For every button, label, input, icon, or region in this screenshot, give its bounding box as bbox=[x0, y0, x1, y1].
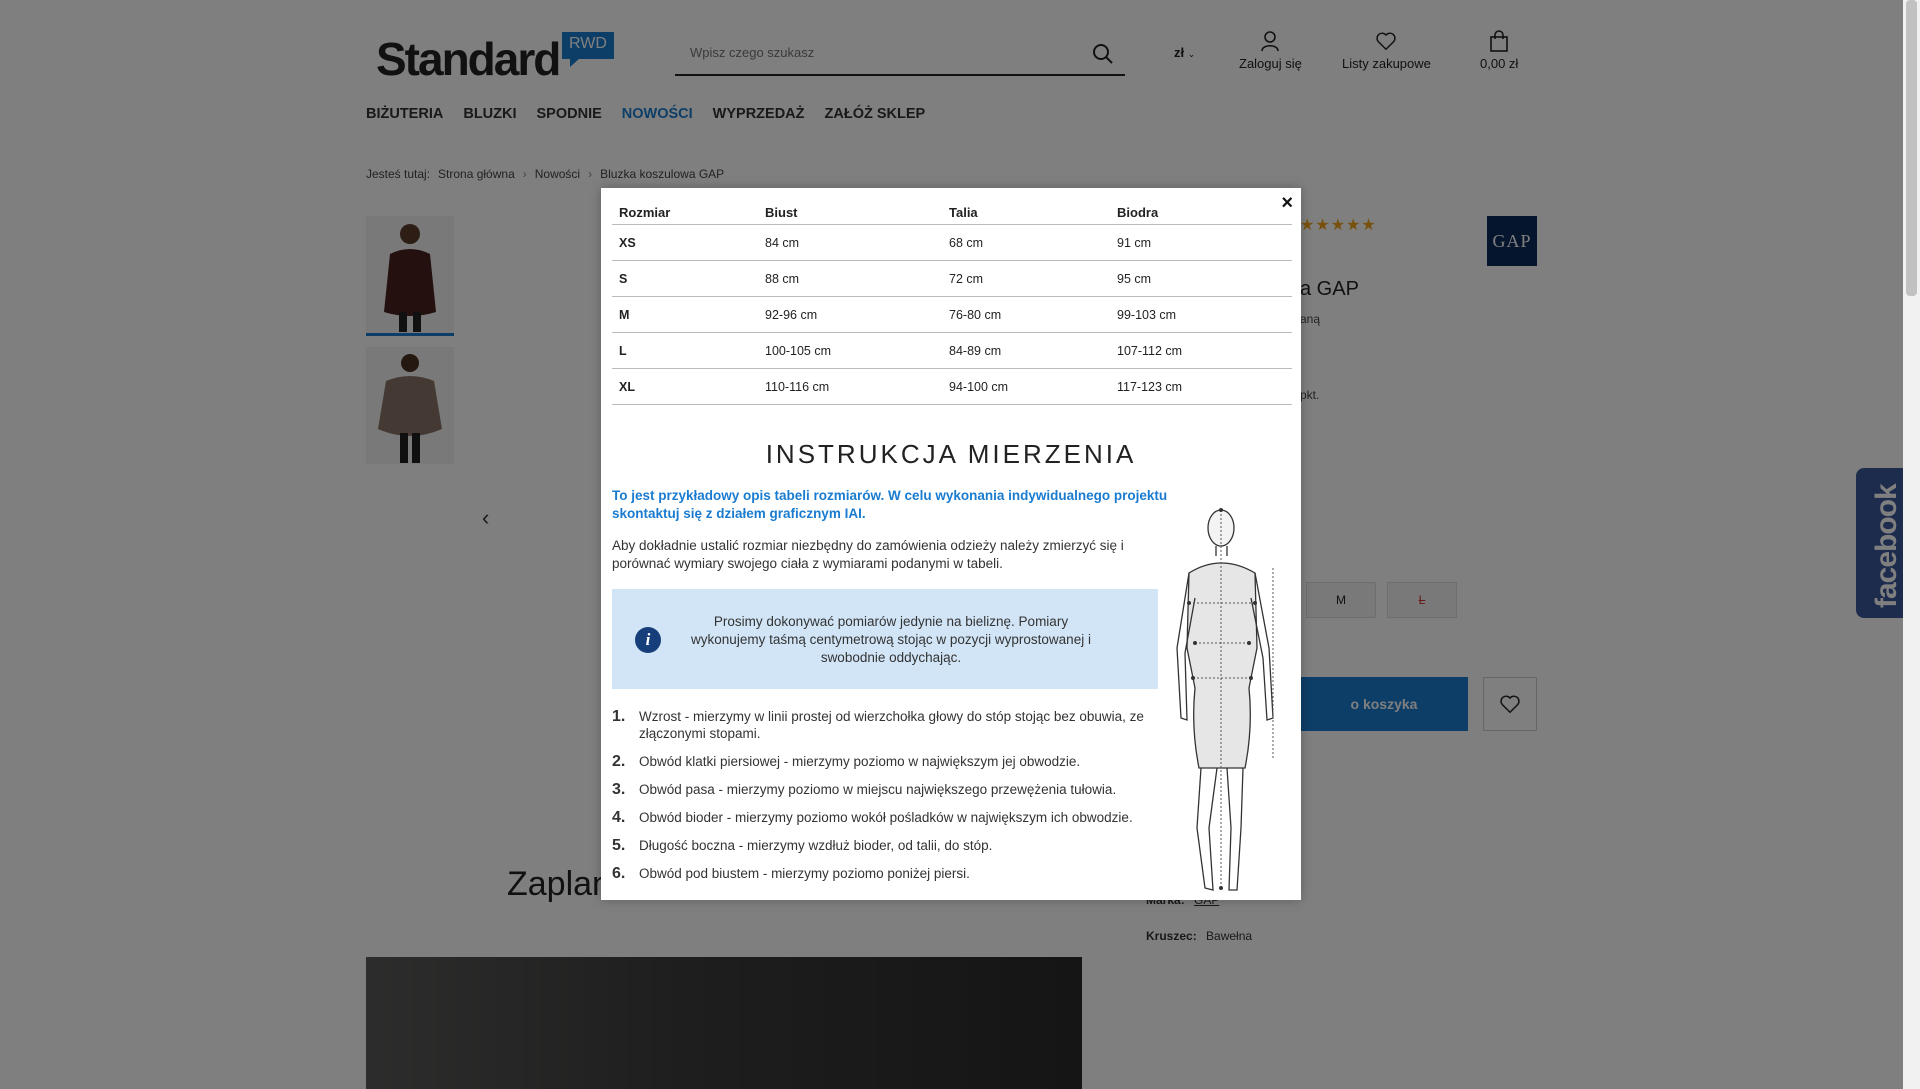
step-text: Obwód pasa - mierzymy poziomo w miejscu … bbox=[639, 782, 1117, 797]
step-number: 3. bbox=[612, 781, 626, 798]
table-row: S 88 cm 72 cm 95 cm bbox=[612, 260, 1292, 297]
step-number: 2. bbox=[612, 753, 626, 770]
size-cell: XS bbox=[612, 224, 758, 261]
size-cell: XL bbox=[612, 368, 758, 405]
hips-cell: 107-112 cm bbox=[1110, 332, 1292, 369]
list-item: 5. Długość boczna - mierzymy wzdłuż biode… bbox=[612, 837, 1168, 854]
body-measurement-figure bbox=[1176, 508, 1274, 891]
waist-cell: 76-80 cm bbox=[942, 296, 1110, 333]
size-chart-modal: × Rozmiar Biust Talia Biodra XS 84 cm 68… bbox=[601, 188, 1301, 900]
table-row: XL 110-116 cm 94-100 cm 117-123 cm bbox=[612, 368, 1292, 405]
waist-cell: 94-100 cm bbox=[942, 368, 1110, 405]
list-item: 4. Obwód bioder - mierzymy poziomo wokół … bbox=[612, 809, 1168, 826]
list-item: 6. Obwód pod biustem - mierzymy poziomo p… bbox=[612, 865, 1168, 882]
size-cell: L bbox=[612, 332, 758, 369]
template-note: To jest przykładowy opis tabeli rozmiaró… bbox=[612, 488, 1168, 521]
info-icon: i bbox=[635, 627, 661, 653]
step-number: 4. bbox=[612, 809, 626, 826]
column-header: Rozmiar bbox=[612, 200, 758, 225]
column-header: Talia bbox=[942, 200, 1110, 225]
table-row: M 92-96 cm 76-80 cm 99-103 cm bbox=[612, 296, 1292, 333]
step-number: 6. bbox=[612, 865, 626, 882]
measurement-steps: 1. Wzrost - mierzymy w linii prostej od w… bbox=[612, 708, 1168, 893]
size-table-header: Rozmiar Biust Talia Biodra bbox=[612, 200, 1292, 225]
bust-cell: 100-105 cm bbox=[758, 332, 942, 369]
size-cell: S bbox=[612, 260, 758, 297]
hips-cell: 91 cm bbox=[1110, 224, 1292, 261]
step-text: Obwód pod biustem - mierzymy poziomo pon… bbox=[639, 866, 970, 881]
step-text: Wzrost - mierzymy w linii prostej od wie… bbox=[639, 709, 1144, 741]
list-item: 2. Obwód klatki piersiowej - mierzymy poz… bbox=[612, 753, 1168, 770]
list-item: 3. Obwód pasa - mierzymy poziomo w miejsc… bbox=[612, 781, 1168, 798]
scrollbar-thumb[interactable] bbox=[1906, 0, 1917, 296]
column-header: Biodra bbox=[1110, 200, 1292, 225]
bust-cell: 92-96 cm bbox=[758, 296, 942, 333]
table-row: L 100-105 cm 84-89 cm 107-112 cm bbox=[612, 332, 1292, 369]
waist-cell: 68 cm bbox=[942, 224, 1110, 261]
waist-cell: 84-89 cm bbox=[942, 332, 1110, 369]
size-table: Rozmiar Biust Talia Biodra XS 84 cm 68 c… bbox=[612, 200, 1292, 405]
step-text: Obwód bioder - mierzymy poziomo wokół po… bbox=[639, 810, 1133, 825]
measurement-description: Aby dokładnie ustalić rozmiar niezbędny … bbox=[612, 538, 1124, 571]
hips-cell: 99-103 cm bbox=[1110, 296, 1292, 333]
step-number: 5. bbox=[612, 837, 626, 854]
list-item: 1. Wzrost - mierzymy w linii prostej od w… bbox=[612, 708, 1168, 742]
step-number: 1. bbox=[612, 708, 626, 725]
hips-cell: 117-123 cm bbox=[1110, 368, 1292, 405]
info-text: Prosimy dokonywać pomiarów jedynie na bi… bbox=[691, 614, 1091, 665]
bust-cell: 110-116 cm bbox=[758, 368, 942, 405]
info-box: i Prosimy dokonywać pomiarów jedynie na … bbox=[612, 589, 1158, 689]
instructions-title: INSTRUKCJA MIERZENIA bbox=[765, 439, 1137, 469]
step-text: Długość boczna - mierzymy wzdłuż bioder,… bbox=[639, 838, 993, 853]
column-header: Biust bbox=[758, 200, 942, 225]
bust-cell: 84 cm bbox=[758, 224, 942, 261]
size-cell: M bbox=[612, 296, 758, 333]
table-row: XS 84 cm 68 cm 91 cm bbox=[612, 224, 1292, 261]
hips-cell: 95 cm bbox=[1110, 260, 1292, 297]
step-text: Obwód klatki piersiowej - mierzymy pozio… bbox=[639, 754, 1081, 769]
waist-cell: 72 cm bbox=[942, 260, 1110, 297]
bust-cell: 88 cm bbox=[758, 260, 942, 297]
